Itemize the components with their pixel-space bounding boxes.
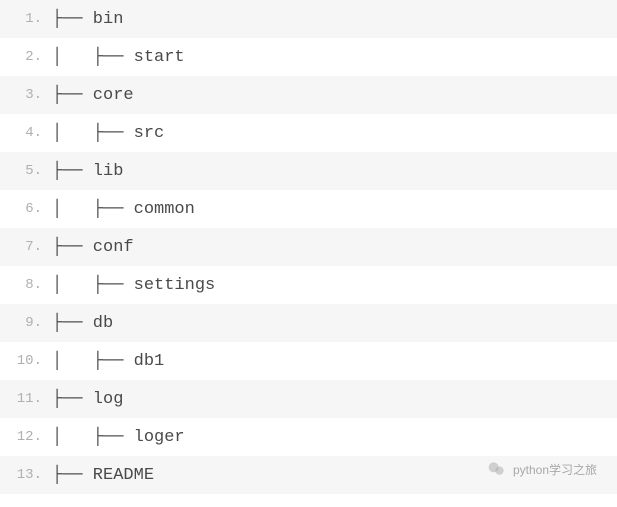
line-number: 11. [0, 391, 48, 407]
line-number: 12. [0, 429, 48, 445]
code-line: 4. │ ├── src [0, 114, 617, 152]
line-content: ├── core [48, 86, 134, 105]
line-number: 1. [0, 11, 48, 27]
line-content: ├── db [48, 314, 113, 333]
line-content: ├── log [48, 390, 123, 409]
line-number: 13. [0, 467, 48, 483]
line-content: │ ├── start [48, 48, 185, 67]
code-line: 12. │ ├── loger [0, 418, 617, 456]
line-number: 7. [0, 239, 48, 255]
line-content: │ ├── settings [48, 276, 215, 295]
code-line: 3. ├── core [0, 76, 617, 114]
watermark: python学习之旅 [487, 459, 597, 479]
line-number: 5. [0, 163, 48, 179]
code-line: 10. │ ├── db1 [0, 342, 617, 380]
line-content: │ ├── src [48, 124, 164, 143]
code-line: 2. │ ├── start [0, 38, 617, 76]
code-line: 5. ├── lib [0, 152, 617, 190]
code-line: 1. ├── bin [0, 0, 617, 38]
line-content: ├── lib [48, 162, 123, 181]
watermark-text: python学习之旅 [513, 461, 597, 478]
line-number: 10. [0, 353, 48, 369]
line-number: 6. [0, 201, 48, 217]
code-line: 6. │ ├── common [0, 190, 617, 228]
line-number: 8. [0, 277, 48, 293]
code-line: 7. ├── conf [0, 228, 617, 266]
line-content: │ ├── loger [48, 428, 185, 447]
code-line: 11. ├── log [0, 380, 617, 418]
line-number: 4. [0, 125, 48, 141]
line-content: ├── conf [48, 238, 134, 257]
line-number: 2. [0, 49, 48, 65]
line-content: │ ├── common [48, 200, 195, 219]
line-number: 3. [0, 87, 48, 103]
line-content: │ ├── db1 [48, 352, 164, 371]
line-content: ├── README [48, 466, 154, 485]
wechat-icon [487, 459, 507, 479]
line-content: ├── bin [48, 10, 123, 29]
code-line: 8. │ ├── settings [0, 266, 617, 304]
code-line: 9. ├── db [0, 304, 617, 342]
code-block: 1. ├── bin 2. │ ├── start 3. ├── core 4.… [0, 0, 617, 494]
line-number: 9. [0, 315, 48, 331]
